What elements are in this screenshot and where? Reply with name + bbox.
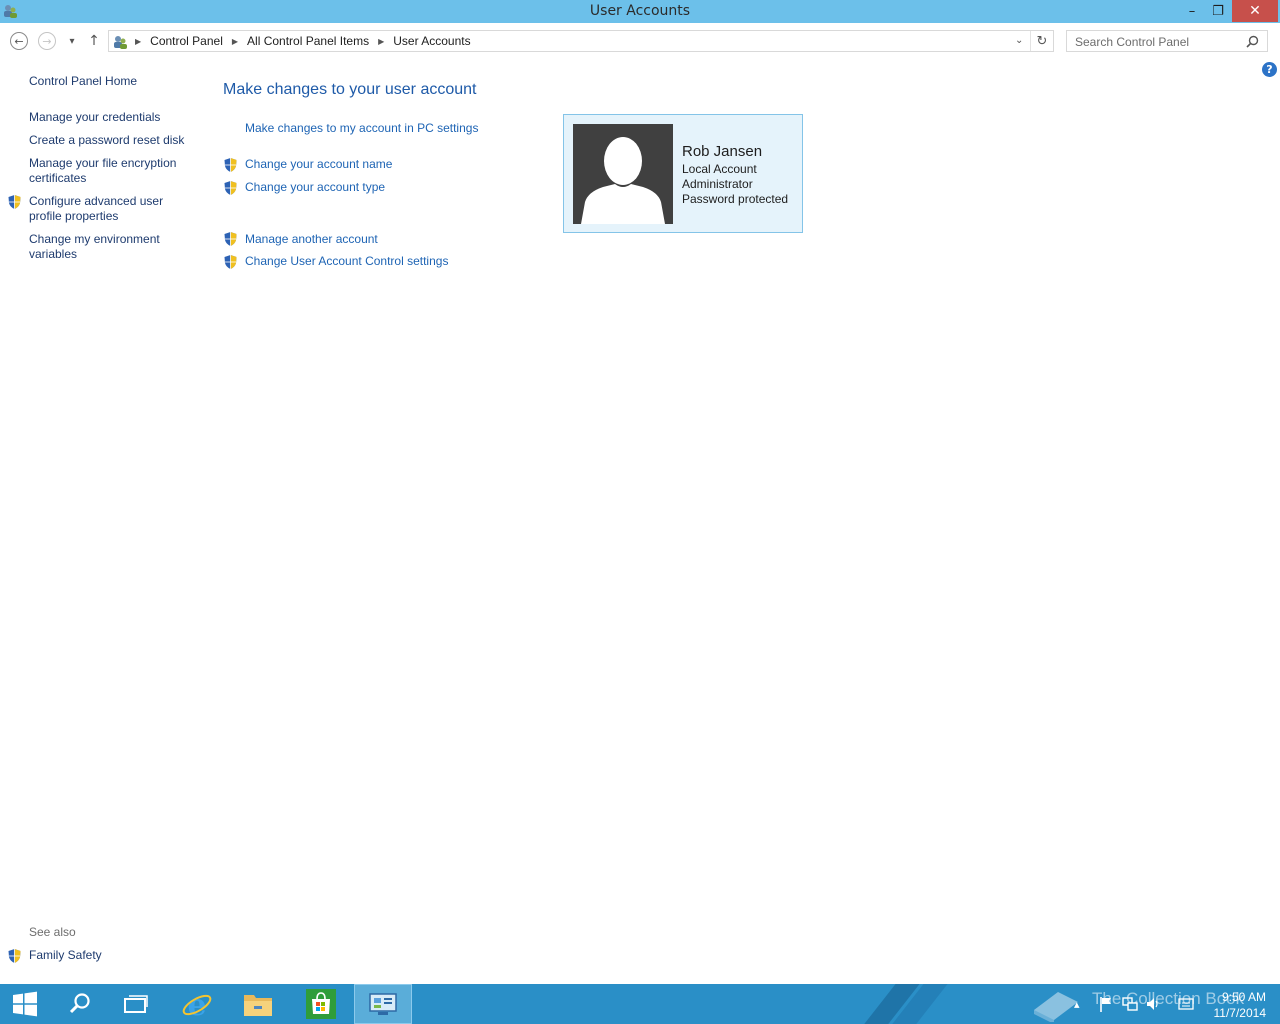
- account-role: Administrator: [682, 177, 753, 191]
- chevron-down-icon: ▾: [69, 35, 75, 47]
- minimize-button[interactable]: –: [1179, 0, 1205, 22]
- close-button[interactable]: ✕: [1232, 0, 1278, 22]
- internet-explorer-button[interactable]: e: [176, 984, 218, 1024]
- show-hidden-icons-button[interactable]: ▴: [1074, 984, 1080, 1024]
- search-placeholder: Search Control Panel: [1075, 35, 1190, 49]
- page-title: Make changes to your user account: [223, 81, 477, 98]
- clock[interactable]: 9:50 AM 11/7/2014: [1206, 989, 1267, 1021]
- uac-shield-icon: [224, 232, 237, 246]
- store-icon: [306, 989, 336, 1019]
- family-safety-link[interactable]: Family Safety: [29, 948, 102, 963]
- internet-explorer-icon: e: [182, 988, 212, 1020]
- back-button[interactable]: ←: [10, 32, 28, 50]
- search-input[interactable]: Search Control Panel: [1066, 30, 1268, 52]
- restore-button[interactable]: ❐: [1205, 0, 1231, 22]
- control-panel-icon: [114, 36, 127, 49]
- breadcrumb: ▶ Control Panel ▶ All Control Panel Item…: [135, 34, 471, 48]
- manage-another-account-link[interactable]: Manage another account: [245, 232, 378, 246]
- start-button[interactable]: [5, 984, 45, 1024]
- change-account-type-link[interactable]: Change your account type: [245, 180, 385, 194]
- search-taskbar-button[interactable]: [60, 984, 100, 1024]
- store-button[interactable]: [300, 984, 342, 1024]
- user-silhouette-icon: [581, 137, 665, 224]
- breadcrumb-separator-icon[interactable]: ▶: [232, 37, 238, 46]
- keyboard-icon[interactable]: [1178, 997, 1194, 1011]
- action-center-flag-icon[interactable]: [1099, 996, 1113, 1012]
- help-button[interactable]: ?: [1262, 62, 1277, 77]
- sidebar-item-line: variables: [29, 247, 78, 261]
- uac-shield-icon: [224, 158, 237, 172]
- sidebar-item-line: profile properties: [29, 209, 119, 223]
- sidebar-item-environment-variables[interactable]: Change my environment variables: [29, 232, 160, 262]
- see-also-heading: See also: [29, 925, 76, 939]
- address-dropdown-icon[interactable]: ⌄: [1015, 35, 1023, 46]
- sidebar-item-profile-properties[interactable]: Configure advanced user profile properti…: [29, 194, 163, 224]
- account-name: Rob Jansen: [682, 143, 763, 160]
- control-panel-icon: [369, 993, 397, 1015]
- uac-settings-link[interactable]: Change User Account Control settings: [245, 254, 448, 268]
- sidebar-item-line: certificates: [29, 171, 87, 185]
- forward-button[interactable]: →: [38, 32, 56, 50]
- control-panel-taskbar-button[interactable]: [354, 984, 412, 1024]
- window-title: User Accounts: [589, 3, 691, 19]
- sidebar-item-line: Change my environment: [29, 232, 160, 246]
- pc-settings-link[interactable]: Make changes to my account in PC setting…: [245, 121, 478, 135]
- file-explorer-button[interactable]: [237, 984, 279, 1024]
- search-icon: [69, 993, 90, 1014]
- sidebar-item-control-panel-home[interactable]: Control Panel Home: [29, 74, 137, 89]
- recent-locations-button[interactable]: ▾: [65, 31, 79, 51]
- breadcrumb-separator-icon[interactable]: ▶: [378, 37, 384, 46]
- uac-shield-icon: [8, 195, 21, 209]
- avatar: [573, 124, 673, 224]
- breadcrumb-all-items[interactable]: All Control Panel Items: [247, 34, 369, 48]
- account-tile: Rob Jansen Local Account Administrator P…: [563, 114, 803, 233]
- family-safety-icon: [8, 949, 21, 963]
- up-button[interactable]: ↑: [87, 31, 101, 51]
- uac-shield-icon: [224, 255, 237, 269]
- svg-text:e: e: [187, 988, 206, 1020]
- task-view-button[interactable]: [116, 984, 156, 1024]
- sidebar-item-password-reset[interactable]: Create a password reset disk: [29, 133, 184, 148]
- refresh-button[interactable]: ↻: [1030, 31, 1053, 51]
- windows-logo-icon: [13, 991, 37, 1017]
- sidebar-item-encryption-certificates[interactable]: Manage your file encryption certificates: [29, 156, 176, 186]
- breadcrumb-separator-icon[interactable]: ▶: [135, 37, 141, 46]
- refresh-icon: ↻: [1036, 33, 1048, 49]
- clock-time: 9:50 AM: [1221, 990, 1266, 1004]
- navigation-bar: ← → ▾ ↑ ▶ Control Panel ▶ All Control Pa…: [0, 29, 1280, 53]
- sidebar-item-line: Manage your file encryption: [29, 156, 177, 170]
- up-arrow-icon: ↑: [88, 33, 100, 49]
- sidebar-item-line: Configure advanced user: [29, 194, 164, 208]
- taskbar: e The Collection Book ▴ 9:50 AM 11/7/201…: [0, 984, 1280, 1024]
- forward-arrow-icon: →: [42, 34, 52, 48]
- address-bar[interactable]: ▶ Control Panel ▶ All Control Panel Item…: [108, 30, 1054, 52]
- breadcrumb-control-panel[interactable]: Control Panel: [150, 34, 223, 48]
- clock-date: 11/7/2014: [1213, 1006, 1267, 1020]
- volume-icon[interactable]: [1146, 996, 1162, 1012]
- task-view-icon: [124, 995, 148, 1013]
- change-account-name-link[interactable]: Change your account name: [245, 157, 392, 171]
- folder-icon: [244, 995, 272, 1016]
- title-bar: User Accounts – ❐ ✕: [0, 0, 1280, 23]
- sidebar-item-credentials[interactable]: Manage your credentials: [29, 110, 160, 125]
- search-icon[interactable]: [1246, 35, 1259, 48]
- breadcrumb-user-accounts[interactable]: User Accounts: [393, 34, 470, 48]
- network-icon[interactable]: [1122, 996, 1138, 1012]
- account-security: Password protected: [682, 192, 789, 206]
- account-type: Local Account: [682, 162, 757, 176]
- uac-shield-icon: [224, 181, 237, 195]
- back-arrow-icon: ←: [14, 34, 24, 48]
